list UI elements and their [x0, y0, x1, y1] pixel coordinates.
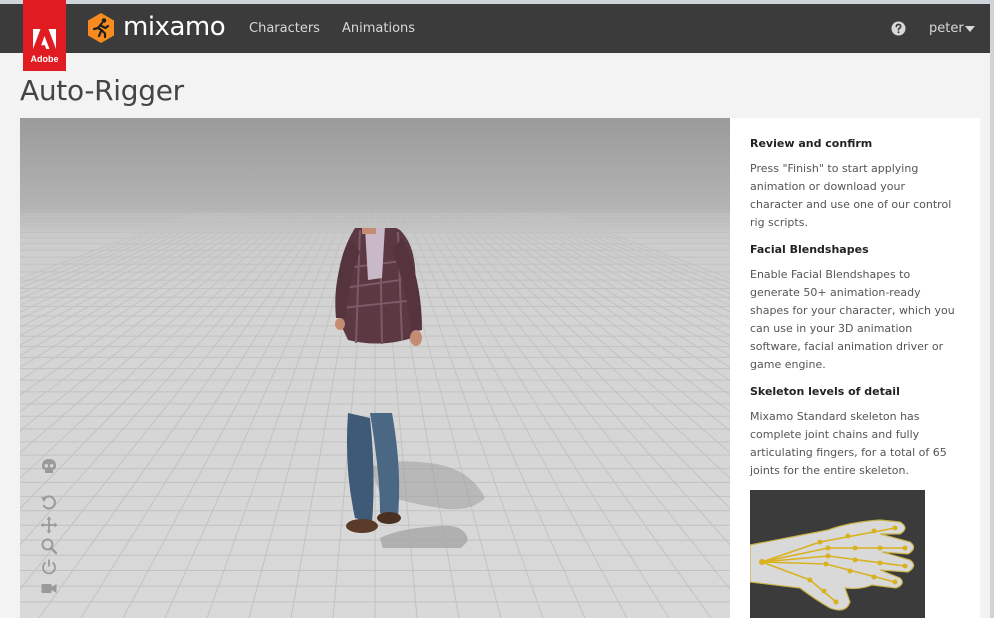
brand-name[interactable]: mixamo: [123, 11, 226, 43]
zoom-icon[interactable]: [40, 537, 58, 555]
grid-line: [506, 212, 730, 328]
section-heading-blendshapes: Facial Blendshapes: [750, 243, 869, 256]
character-model[interactable]: [310, 228, 510, 548]
top-navbar: mixamo Characters Animations peter: [0, 4, 990, 53]
rotate-icon[interactable]: [40, 494, 58, 512]
mixamo-logo-icon[interactable]: [85, 12, 117, 44]
grid-line: [20, 212, 316, 546]
section-body-review: Press "Finish" to start applying animati…: [750, 162, 952, 229]
power-icon[interactable]: [40, 558, 58, 576]
grid-line: [554, 212, 730, 280]
camera-icon[interactable]: [40, 579, 58, 597]
hand-skeleton-image: [749, 490, 925, 618]
adobe-badge[interactable]: Adobe: [23, 0, 66, 71]
skull-icon[interactable]: [40, 458, 58, 476]
move-icon[interactable]: [40, 516, 58, 534]
adobe-logo-icon: [33, 29, 56, 53]
grid-line: [518, 212, 730, 313]
section-heading-skeleton: Skeleton levels of detail: [750, 385, 900, 398]
question-circle-icon[interactable]: [891, 21, 906, 36]
nav-animations-link[interactable]: Animations: [342, 20, 415, 37]
window-chrome-right: [990, 0, 994, 618]
grid-line: [20, 212, 280, 396]
info-panel: Review and confirm Press "Finish" to sta…: [730, 118, 980, 618]
section-body-blendshapes: Enable Facial Blendshapes to generate 50…: [750, 268, 955, 371]
grid-line: [20, 212, 286, 413]
grid-line: [38, 212, 328, 618]
3d-viewport[interactable]: [20, 118, 730, 618]
user-menu[interactable]: peter: [929, 20, 964, 37]
grid-line: [80, 212, 334, 618]
grid-line: [536, 212, 730, 294]
chevron-down-icon[interactable]: [965, 26, 975, 32]
adobe-label: Adobe: [30, 54, 59, 64]
grid-line: [530, 212, 730, 300]
page-title: Auto-Rigger: [20, 74, 184, 107]
nav-characters-link[interactable]: Characters: [249, 20, 320, 37]
grid-line: [524, 212, 730, 306]
section-body-skeleton: Mixamo Standard skeleton has complete jo…: [750, 410, 947, 477]
section-heading-review: Review and confirm: [750, 137, 873, 150]
grid-line: [122, 212, 340, 618]
